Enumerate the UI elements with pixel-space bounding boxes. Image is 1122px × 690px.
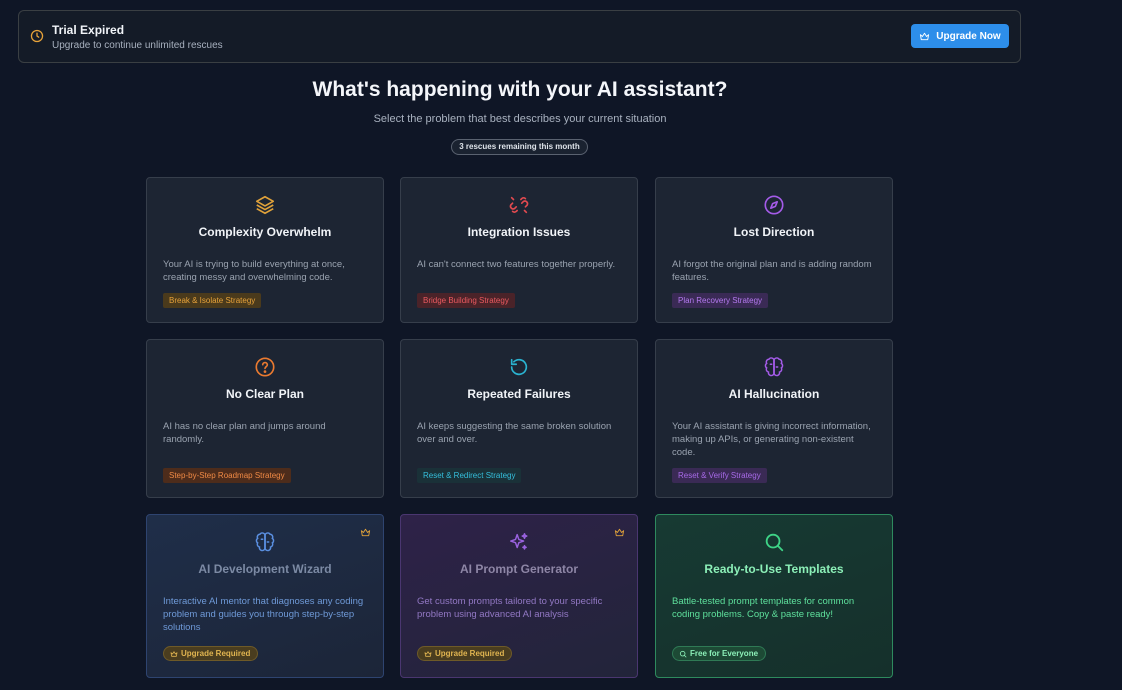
tool-card-ready-to-use-templates[interactable]: Ready-to-Use Templates Battle-tested pro… — [655, 514, 893, 678]
card-description: Get custom prompts tailored to your spec… — [417, 596, 603, 620]
strategy-tag: Bridge Building Strategy — [417, 293, 515, 308]
tool-card-ai-development-wizard[interactable]: AI Development Wizard Interactive AI men… — [146, 514, 384, 678]
card-title: AI Development Wizard — [198, 562, 332, 576]
problem-card-ai-hallucination[interactable]: AI Hallucination Your AI assistant is gi… — [655, 339, 893, 498]
page-title: What's happening with your AI assistant? — [312, 78, 728, 101]
strategy-tag: Step-by-Step Roadmap Strategy — [163, 468, 291, 483]
card-description: AI keeps suggesting the same broken solu… — [417, 421, 612, 445]
upgrade-now-label: Upgrade Now — [936, 30, 1001, 42]
strategy-tag: Reset & Redirect Strategy — [417, 468, 522, 483]
strategy-tag: Plan Recovery Strategy — [672, 293, 769, 308]
free-for-everyone-badge: Free for Everyone — [672, 646, 767, 661]
card-title: No Clear Plan — [225, 387, 305, 401]
crown-icon — [170, 650, 178, 657]
banner-subtitle: Upgrade to continue unlimited rescues — [52, 40, 223, 51]
card-title: Integration Issues — [467, 225, 571, 239]
brain-icon — [255, 532, 275, 552]
brain-icon — [764, 357, 784, 377]
card-title: Complexity Overwhelm — [198, 225, 332, 239]
card-title: Ready-to-Use Templates — [704, 562, 844, 576]
badge-label: Free for Everyone — [690, 649, 759, 658]
card-title: Lost Direction — [733, 225, 815, 239]
broken-link-icon — [509, 196, 529, 214]
compass-icon — [764, 195, 784, 215]
sparkles-icon — [510, 533, 528, 550]
search-icon — [679, 650, 687, 657]
problem-card-repeated-failures[interactable]: Repeated Failures AI keeps suggesting th… — [400, 339, 638, 498]
crown-icon — [920, 32, 930, 40]
card-description: Interactive AI mentor that diagnoses any… — [163, 596, 364, 633]
card-title: Repeated Failures — [467, 387, 571, 401]
card-description: AI has no clear plan and jumps around ra… — [163, 421, 326, 445]
rotate-icon — [510, 358, 528, 376]
banner-title: Trial Expired — [52, 23, 125, 37]
problem-card-no-clear-plan[interactable]: No Clear Plan AI has no clear plan and j… — [146, 339, 384, 498]
trial-expired-banner: Trial Expired Upgrade to continue unlimi… — [18, 10, 1021, 63]
card-description: Your AI is trying to build everything at… — [163, 259, 345, 283]
problem-card-integration-issues[interactable]: Integration Issues AI can't connect two … — [400, 177, 638, 323]
card-description: AI forgot the original plan and is addin… — [672, 259, 872, 283]
card-description: Battle-tested prompt templates for commo… — [672, 596, 855, 620]
search-icon — [765, 533, 784, 552]
rescues-remaining-badge: 3 rescues remaining this month — [451, 139, 588, 155]
upgrade-required-badge: Upgrade Required — [163, 646, 259, 661]
upgrade-now-button[interactable]: Upgrade Now — [911, 24, 1009, 48]
crown-icon — [424, 650, 432, 657]
card-description: Your AI assistant is giving incorrect in… — [672, 421, 871, 458]
problem-card-lost-direction[interactable]: Lost Direction AI forgot the original pl… — [655, 177, 893, 323]
clock-icon — [30, 29, 44, 43]
badge-label: Upgrade Required — [435, 649, 505, 658]
badge-label: Upgrade Required — [181, 649, 251, 658]
page-subtitle: Select the problem that best describes y… — [373, 113, 667, 125]
problem-card-complexity-overwhelm[interactable]: Complexity Overwhelm Your AI is trying t… — [146, 177, 384, 323]
strategy-tag: Break & Isolate Strategy — [163, 293, 262, 308]
card-title: AI Hallucination — [728, 387, 820, 401]
card-description: AI can't connect two features together p… — [417, 259, 616, 270]
strategy-tag: Reset & Verify Strategy — [672, 468, 767, 483]
card-title: AI Prompt Generator — [459, 562, 579, 576]
question-circle-icon — [255, 357, 275, 377]
upgrade-required-badge: Upgrade Required — [417, 646, 513, 661]
tool-card-ai-prompt-generator[interactable]: AI Prompt Generator Get custom prompts t… — [400, 514, 638, 678]
layers-icon — [255, 195, 275, 215]
